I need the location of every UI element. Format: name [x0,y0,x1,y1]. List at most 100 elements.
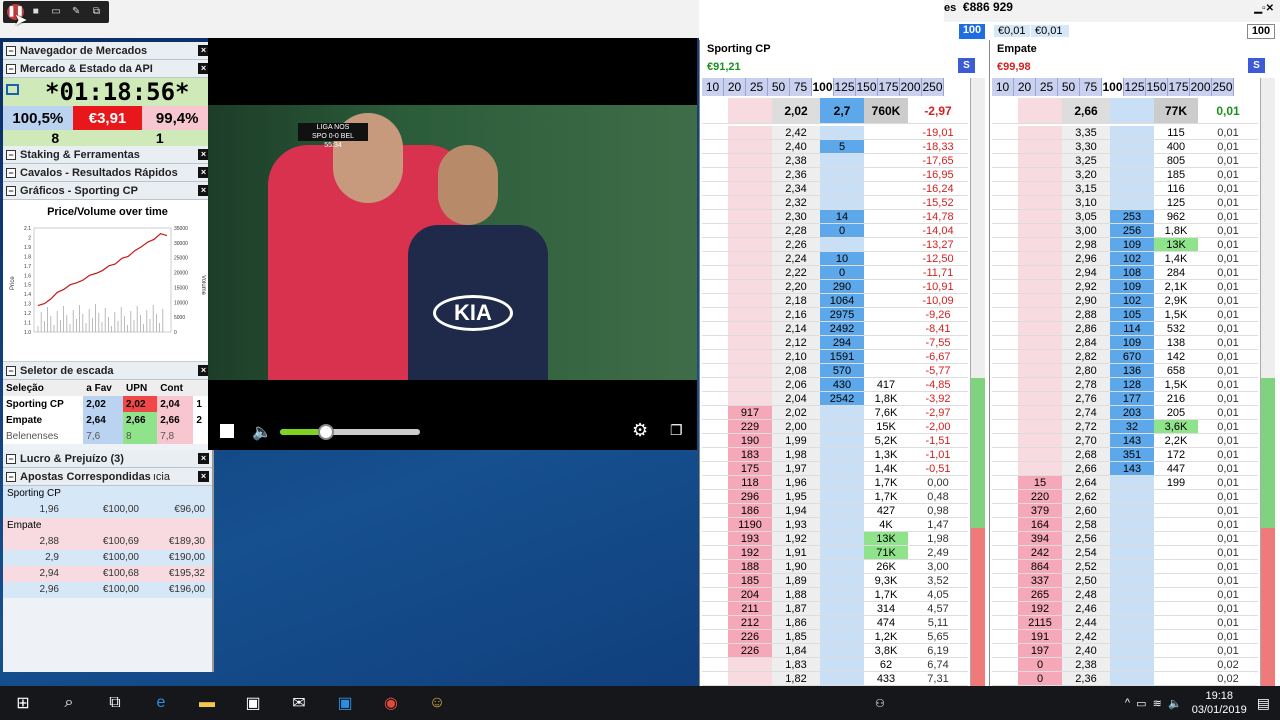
close-icon[interactable]: × [198,453,209,464]
ladder-row[interactable]: 2,98 109 13K 0,01 [992,238,1258,252]
stake-step[interactable]: 125 [834,78,856,96]
ladder-row[interactable]: 2,70 143 2,2K 0,01 [992,434,1258,448]
ladder-scrollbar[interactable] [1260,78,1275,686]
ladder-row[interactable]: 2,94 108 284 0,01 [992,266,1258,280]
ladder-row[interactable]: 0 2,36 0,02 [992,672,1258,686]
ladder-row[interactable]: 3,15 116 0,01 [992,182,1258,196]
ladder-row[interactable]: 864 2,52 0,01 [992,560,1258,574]
ladder-row[interactable]: 2,04 2542 1,8K -3,92 [702,392,968,406]
stake-step[interactable]: 125 [1124,78,1146,96]
stake-step[interactable]: 100 [812,78,834,96]
taskbar-clock[interactable]: 19:18 03/01/2019 [1192,689,1247,717]
store-icon[interactable]: ▣ [230,686,276,720]
ladder-row[interactable]: 226 1,84 3,8K 6,19 [702,644,968,658]
ladder-row[interactable]: 2,84 109 138 0,01 [992,336,1258,350]
close-icon[interactable]: × [198,471,209,482]
ladder-row[interactable]: 226 1,85 1,2K 5,65 [702,630,968,644]
collapse-icon[interactable]: − [6,167,16,178]
ladder-row[interactable]: 2,06 430 417 -4,85 [702,378,968,392]
stake-step[interactable]: 250 [1212,78,1234,96]
ladder-row[interactable]: 2,28 0 -14,04 [702,224,968,238]
ladder-row[interactable]: 337 2,50 0,01 [992,574,1258,588]
panel-header-api-status[interactable]: − Mercado & Estado da API × [3,60,212,78]
ladder-row[interactable]: 2,96 102 1,4K 0,01 [992,252,1258,266]
stake-step[interactable]: 20 [724,78,746,96]
ladder-row[interactable]: 2,68 351 172 0,01 [992,448,1258,462]
ladder-row[interactable]: 164 2,58 0,01 [992,518,1258,532]
ladder-row[interactable]: 2,80 136 658 0,01 [992,364,1258,378]
ladder-row[interactable]: 2,32 -15,52 [702,196,968,210]
ladder-row[interactable]: 917 2,02 7,6K -2,97 [702,406,968,420]
mail-icon[interactable]: ✉ [276,686,322,720]
chevron-up-icon[interactable]: ^ [1125,697,1130,709]
ladder-row[interactable]: 2,88 105 1,5K 0,01 [992,308,1258,322]
ladder-row[interactable]: 191 2,42 0,01 [992,630,1258,644]
ladder-row[interactable]: 185 1,89 9,3K 3,52 [702,574,968,588]
panel-header-staking[interactable]: − Staking & Ferramentas × [3,146,212,164]
ladder-row[interactable]: 3,05 253 962 0,01 [992,210,1258,224]
ladder-row[interactable]: 2,10 1591 -6,67 [702,350,968,364]
ladder-row[interactable]: 15 2,64 199 0,01 [992,476,1258,490]
panel-header-matched-bets[interactable]: − Apostas Correspondidas ıcia × [3,468,212,486]
bettrader-icon[interactable]: ☺ [414,686,460,720]
stake-step[interactable]: 25 [1036,78,1058,96]
collapse-icon[interactable]: − [6,45,16,56]
stake-step[interactable]: 150 [1146,78,1168,96]
ladder-row[interactable]: 2,78 128 1,5K 0,01 [992,378,1258,392]
settings-gear-icon[interactable]: ⚙ [632,420,648,441]
ladder-row[interactable]: 2,74 203 205 0,01 [992,406,1258,420]
collapse-icon[interactable]: − [6,453,16,464]
ladder-row[interactable]: 1190 1,93 4K 1,47 [702,518,968,532]
ladder-row[interactable]: 197 2,40 0,01 [992,644,1258,658]
ladder-row[interactable]: 2,22 0 -11,71 [702,266,968,280]
ladder-row[interactable]: 0 2,38 0,02 [992,658,1258,672]
ladder-row[interactable]: 2,72 32 3,6K 0,01 [992,420,1258,434]
ladder-row[interactable]: 379 2,60 0,01 [992,504,1258,518]
ladder-row[interactable]: 204 1,88 1,7K 4,05 [702,588,968,602]
stake-step[interactable]: 75 [790,78,812,96]
ladder-row[interactable]: 2,36 -16,95 [702,168,968,182]
ladder-row[interactable]: 192 1,91 71K 2,49 [702,546,968,560]
ladder-row[interactable]: 193 1,92 13K 1,98 [702,532,968,546]
ladder-row[interactable]: 2,92 109 2,1K 0,01 [992,280,1258,294]
ladder-empate[interactable]: Empate €99,98 S 10 20 25 50 75 100 125 150 175 200 25… [989,40,1277,686]
table-row[interactable]: Belenenses 7,6 8 7,8 [3,428,208,444]
window-controls-icon[interactable]: ▁▫✕ [1254,3,1274,14]
stake-step[interactable]: 75 [1080,78,1102,96]
stake-step[interactable]: 175 [1168,78,1190,96]
chrome-icon[interactable]: ◉ [368,686,414,720]
stake-step[interactable]: 200 [1190,78,1212,96]
window-icon[interactable]: ⧉ [88,4,105,20]
volume-icon[interactable]: 🔈 [252,422,272,442]
panel-header-market-navigator[interactable]: − Navegador de Mercados × [3,42,212,60]
collapse-icon[interactable]: − [6,63,16,74]
stake-step[interactable]: 100 [1102,78,1124,96]
ladder-row[interactable]: 183 1,98 1,3K -1,01 [702,448,968,462]
ladder-row[interactable]: 2,20 290 -10,91 [702,280,968,294]
collapse-icon[interactable]: − [6,185,16,196]
task-view-icon[interactable]: ⧉ [92,686,138,720]
stake-step[interactable]: 20 [1014,78,1036,96]
ladder-scrollbar[interactable] [970,78,985,686]
ladder-row[interactable]: 118 1,96 1,7K 0,00 [702,476,968,490]
video-player[interactable]: KIA LIGA NOS SPO 0-0 BEL 55:34 🔈 ⚙ ❐ [208,38,697,450]
ladder-row[interactable]: 242 2,54 0,01 [992,546,1258,560]
ladder-row[interactable]: 211 1,87 314 4,57 [702,602,968,616]
ladder-row[interactable]: 2,82 670 142 0,01 [992,350,1258,364]
network-icon[interactable]: ▭ [1136,697,1146,710]
ladder-row[interactable]: 3,25 805 0,01 [992,154,1258,168]
ladder-row[interactable]: 2,16 2975 -9,26 [702,308,968,322]
app-icon[interactable]: ▣ [322,686,368,720]
ladder-row[interactable]: 2,08 570 -5,77 [702,364,968,378]
ladder-row[interactable]: 265 2,48 0,01 [992,588,1258,602]
ladder-row[interactable]: 186 1,94 427 0,98 [702,504,968,518]
ladder-row[interactable]: 3,10 125 0,01 [992,196,1258,210]
wifi-icon[interactable]: ≋ [1153,697,1162,710]
ladder-row[interactable]: 2,24 10 -12,50 [702,252,968,266]
ladder-row[interactable]: 212 1,86 474 5,11 [702,616,968,630]
ladder-row[interactable]: 1,83 62 6,74 [702,658,968,672]
s-button[interactable]: S [958,58,975,73]
ladder-row[interactable]: 3,00 256 1,8K 0,01 [992,224,1258,238]
stake-step[interactable]: 175 [878,78,900,96]
collapse-icon[interactable]: − [6,471,16,482]
